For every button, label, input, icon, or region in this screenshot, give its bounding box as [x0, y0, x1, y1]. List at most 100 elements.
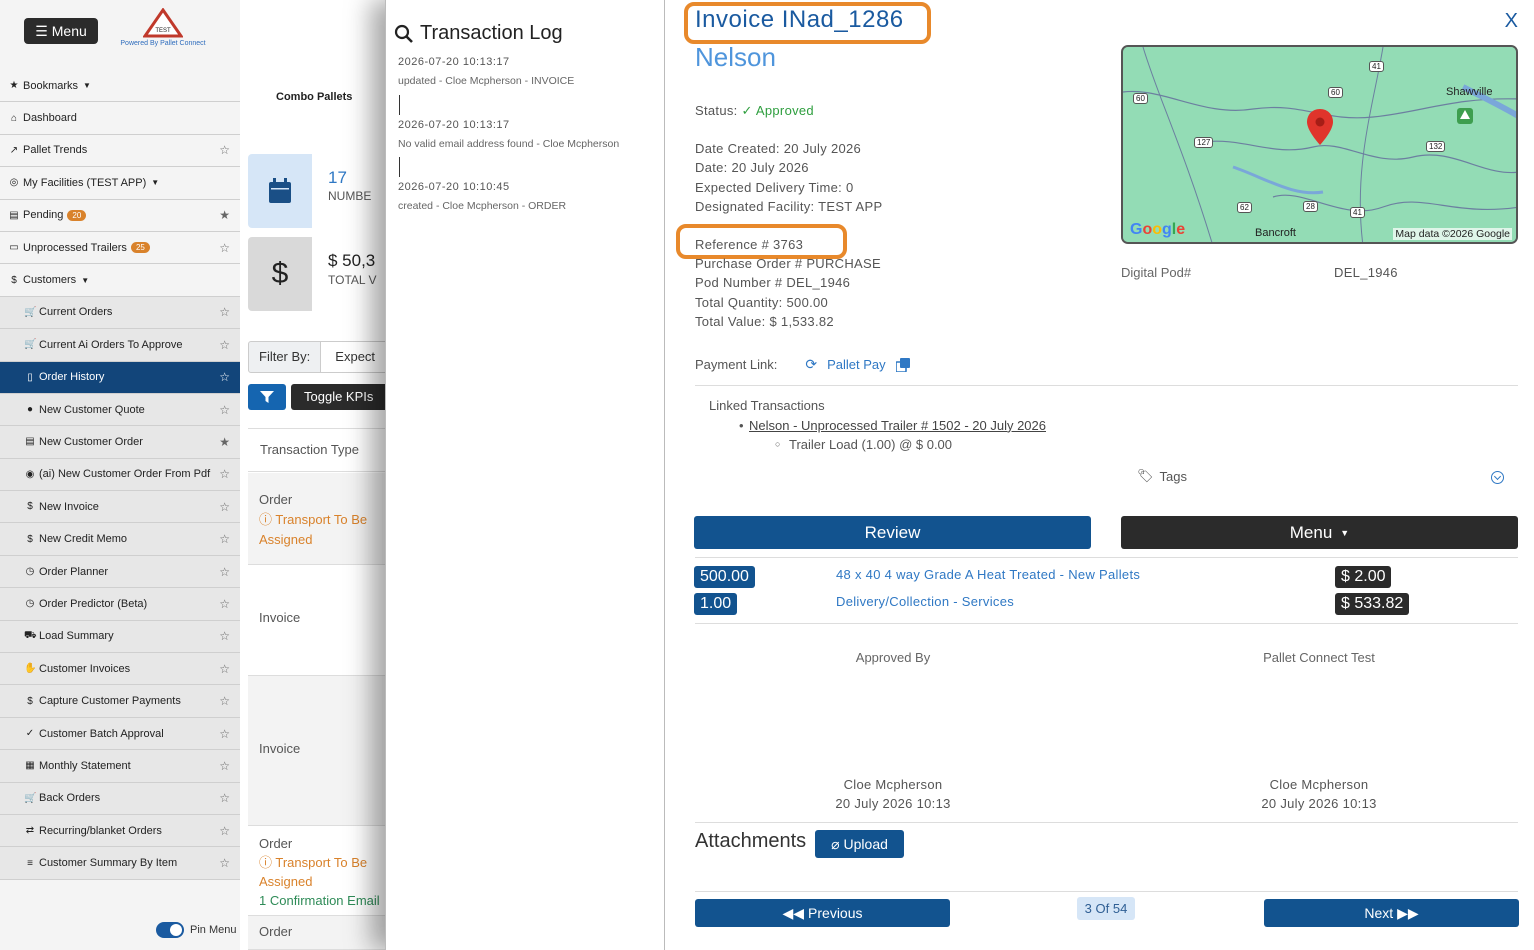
sidebar-item-monthly-statement[interactable]: ▦ Monthly Statement ☆	[0, 750, 240, 783]
table-row[interactable]: Order ⓘ Transport To Be Assigned	[248, 473, 400, 565]
document-icon: ▤	[9, 209, 19, 221]
table-row[interactable]: Invoice	[248, 565, 400, 676]
table-row[interactable]: Order ⓘ Transport To Be Assigned 1 Confi…	[248, 826, 400, 916]
approved-by-label: Approved By	[855, 650, 931, 665]
upload-button[interactable]: ⌀ Upload	[815, 830, 904, 858]
sidebar-item-unprocessed-trailers[interactable]: ▭ Unprocessed Trailers 25 ☆	[0, 231, 240, 265]
bookmark-star-icon[interactable]: ★	[219, 208, 230, 222]
chevron-down-icon[interactable]	[1491, 471, 1504, 484]
bookmark-star-icon[interactable]: ☆	[219, 856, 230, 870]
sidebar-item-new-customer-quote[interactable]: ● New Customer Quote ☆	[0, 393, 240, 427]
refresh-icon[interactable]: ⟳	[805, 356, 817, 373]
digital-pod-label: Digital Pod#	[1121, 265, 1192, 280]
sidebar-item-pallet-trends[interactable]: ↗ Pallet Trends ☆	[0, 134, 240, 168]
transport-status: ⓘ Transport To Be Assigned	[259, 855, 368, 889]
logo[interactable]: TEST Powered By Pallet Connect	[118, 8, 208, 56]
status-approved: ✓ Approved	[741, 103, 814, 118]
sidebar-item-my-facilities[interactable]: ◎ My Facilities (TEST APP) ▼	[0, 167, 240, 200]
bookmark-star-icon[interactable]: ☆	[219, 824, 230, 838]
bars-icon: ≡	[27, 857, 33, 869]
sidebar-item-ai-order-pdf[interactable]: ◉ (ai) New Customer Order From Pdf ☆	[0, 458, 240, 492]
bookmark-star-icon[interactable]: ☆	[219, 727, 230, 741]
filter-label: Filter By:	[249, 342, 322, 372]
sidebar-item-recurring-orders[interactable]: ⇄ Recurring/blanket Orders ☆	[0, 814, 240, 848]
payment-link-row: Payment Link: ⟳ Pallet Pay	[695, 356, 910, 373]
pin-menu[interactable]: Pin Menu	[156, 922, 236, 938]
sidebar-nav: ★ Bookmarks ▼ ⌂ Dashboard ↗ Pallet Trends ☆ ◎…	[0, 70, 240, 880]
highway-marker: 60	[1133, 93, 1148, 104]
bookmark-star-icon[interactable]: ☆	[219, 305, 230, 319]
bookmark-star-icon[interactable]: ☆	[219, 338, 230, 352]
sidebar-item-current-orders[interactable]: 🛒 Current Orders ☆	[0, 296, 240, 330]
signature-block: Cloe Mcpherson 20 July 2026 10:13	[1261, 777, 1377, 811]
pin-menu-toggle[interactable]	[156, 922, 184, 938]
divider	[695, 385, 1518, 386]
bookmark-star-icon[interactable]: ★	[219, 435, 230, 449]
next-button[interactable]: Next ▶▶	[1264, 899, 1519, 927]
transaction-log-title: Transaction Log	[394, 22, 563, 45]
bookmark-star-icon[interactable]: ☆	[219, 500, 230, 514]
sidebar-item-order-predictor[interactable]: ◷ Order Predictor (Beta) ☆	[0, 588, 240, 621]
sidebar-item-batch-approval[interactable]: ✓ Customer Batch Approval ☆	[0, 717, 240, 751]
line-price: $ 2.00	[1335, 566, 1392, 588]
sidebar-item-pending[interactable]: ▤ Pending 20 ★	[0, 199, 240, 232]
bookmark-star-icon[interactable]: ☆	[219, 467, 230, 481]
sidebar-item-customer-invoices[interactable]: ✋ Customer Invoices ☆	[0, 653, 240, 686]
sidebar-item-load-summary[interactable]: ⛟ Load Summary ☆	[0, 620, 240, 654]
close-button[interactable]: X	[1505, 10, 1518, 33]
bookmark-star-icon[interactable]: ☆	[219, 694, 230, 708]
line-product-link[interactable]: Delivery/Collection - Services	[836, 594, 1014, 609]
column-header-transaction-type[interactable]: Transaction Type	[248, 428, 400, 472]
pallet-pay-link[interactable]: Pallet Pay	[827, 357, 886, 372]
bookmark-star-icon[interactable]: ☆	[219, 597, 230, 611]
cart-icon: 🛒	[24, 792, 37, 804]
sidebar-item-ai-orders[interactable]: 🛒 Current Ai Orders To Approve ☆	[0, 329, 240, 362]
line-quantity: 1.00	[694, 593, 738, 615]
line-product-link[interactable]: 48 x 40 4 way Grade A Heat Treated - New…	[836, 567, 1140, 582]
sidebar-item-back-orders[interactable]: 🛒 Back Orders ☆	[0, 782, 240, 815]
sidebar-item-new-invoice[interactable]: $ New Invoice ☆	[0, 491, 240, 524]
sidebar-item-new-customer-order[interactable]: ▤ New Customer Order ★	[0, 426, 240, 459]
customer-name-link[interactable]: Nelson	[695, 42, 776, 73]
invoice-menu-button[interactable]: Menu ▼	[1121, 516, 1518, 549]
bookmark-star-icon[interactable]: ☆	[219, 241, 230, 255]
caret-down-icon: ▼	[151, 178, 160, 188]
menu-button[interactable]: ☰ Menu	[24, 18, 98, 44]
bookmark-star-icon[interactable]: ☆	[219, 791, 230, 805]
bookmark-star-icon[interactable]: ☆	[219, 532, 230, 546]
filter-button[interactable]	[248, 384, 286, 410]
sidebar-item-bookmarks[interactable]: ★ Bookmarks ▼	[0, 70, 240, 103]
pod-number: Pod Number # DEL_1946	[695, 275, 851, 290]
kpi-number-card: 17 NUMBE	[248, 154, 400, 228]
filter-select[interactable]: Expect	[321, 342, 390, 372]
sidebar-item-customers[interactable]: $ Customers ▼	[0, 264, 240, 297]
table-row[interactable]: Invoice	[248, 676, 400, 826]
bookmark-star-icon[interactable]: ☆	[219, 403, 230, 417]
map-pin-icon[interactable]	[1307, 109, 1333, 145]
transaction-log-panel: Transaction Log 2026-07-20 10:13:17 upda…	[385, 0, 665, 950]
tab-combo-pallets[interactable]: Combo Pallets	[276, 91, 352, 103]
bookmark-star-icon[interactable]: ☆	[219, 759, 230, 773]
location-map[interactable]: 41 60 60 127 132 62 28 41 Shawville Banc…	[1121, 45, 1518, 244]
copy-icon[interactable]	[895, 357, 910, 372]
previous-button[interactable]: ◀◀ Previous	[695, 899, 950, 927]
warning-icon: ⓘ	[259, 512, 276, 527]
table-row[interactable]: Order	[248, 916, 400, 950]
sidebar-item-summary-by-item[interactable]: ≡ Customer Summary By Item ☆	[0, 847, 240, 880]
tags-section[interactable]: 🏷 Tags	[1137, 468, 1187, 484]
sidebar-item-capture-payments[interactable]: $ Capture Customer Payments ☆	[0, 685, 240, 718]
rewind-icon: ◀◀	[782, 904, 805, 921]
expected-delivery: Expected Delivery Time: 0	[695, 180, 854, 195]
review-button[interactable]: Review	[694, 516, 1091, 549]
sidebar-item-order-planner[interactable]: ◷ Order Planner ☆	[0, 555, 240, 589]
bookmark-star-icon[interactable]: ☆	[219, 662, 230, 676]
bookmark-star-icon[interactable]: ☆	[219, 629, 230, 643]
sidebar-item-order-history[interactable]: ▯ Order History ☆	[0, 361, 240, 394]
bookmark-star-icon[interactable]: ☆	[219, 370, 230, 384]
linked-transaction-link[interactable]: Nelson - Unprocessed Trailer # 1502 - 20…	[749, 418, 1046, 433]
bookmark-star-icon[interactable]: ☆	[219, 565, 230, 579]
bookmark-star-icon[interactable]: ☆	[219, 143, 230, 157]
sidebar-item-dashboard[interactable]: ⌂ Dashboard	[0, 102, 240, 135]
globe-icon: ◎	[9, 177, 19, 189]
sidebar-item-new-credit-memo[interactable]: $ New Credit Memo ☆	[0, 523, 240, 556]
